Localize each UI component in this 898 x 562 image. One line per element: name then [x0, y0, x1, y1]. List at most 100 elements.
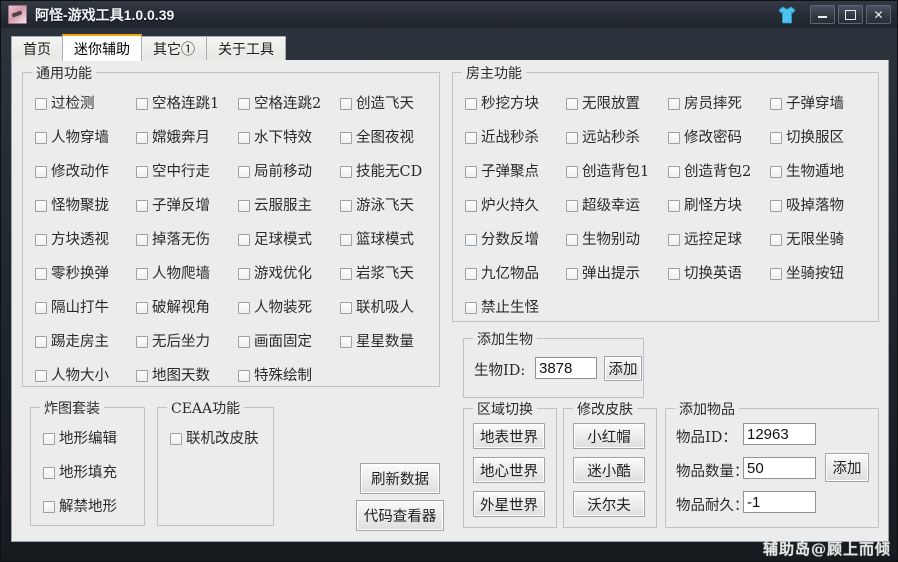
- checkbox-box[interactable]: [238, 132, 250, 145]
- checkbox-26[interactable]: 破解视角: [136, 301, 210, 316]
- checkbox-23[interactable]: 切换英语: [668, 267, 742, 282]
- checkbox-6[interactable]: 远站秒杀: [566, 131, 640, 146]
- checkbox-16[interactable]: 吸掉落物: [770, 199, 844, 214]
- checkbox-box[interactable]: [770, 234, 782, 247]
- checkbox-box[interactable]: [238, 302, 250, 315]
- checkbox-30[interactable]: 无后坐力: [136, 335, 210, 350]
- checkbox-box[interactable]: [566, 132, 578, 145]
- checkbox-box[interactable]: [35, 132, 47, 145]
- checkbox-box[interactable]: [136, 200, 148, 213]
- checkbox-box[interactable]: [35, 370, 47, 383]
- skin-red-hood-button[interactable]: 小红帽: [573, 423, 645, 449]
- checkbox-35[interactable]: 特殊绘制: [238, 369, 312, 384]
- checkbox-box[interactable]: [566, 166, 578, 179]
- tab-about[interactable]: 关于工具: [206, 36, 286, 61]
- checkbox-7[interactable]: 水下特效: [238, 131, 312, 146]
- checkbox-3[interactable]: 房员摔死: [668, 97, 742, 112]
- checkbox-13[interactable]: 炉火持久: [465, 199, 539, 214]
- region-surface-button[interactable]: 地表世界: [473, 423, 545, 449]
- checkbox-box[interactable]: [238, 166, 250, 179]
- checkbox-box[interactable]: [136, 234, 148, 247]
- checkbox-8[interactable]: 切换服区: [770, 131, 844, 146]
- checkbox-16[interactable]: 游泳飞天: [340, 199, 414, 214]
- checkbox-22[interactable]: 人物爬墙: [136, 267, 210, 282]
- checkbox-box[interactable]: [238, 336, 250, 349]
- checkbox-17[interactable]: 方块透视: [35, 233, 109, 248]
- checkbox-34[interactable]: 地图天数: [136, 369, 210, 384]
- checkbox-box[interactable]: [668, 200, 680, 213]
- checkbox-24[interactable]: 岩浆飞天: [340, 267, 414, 282]
- checkbox-3[interactable]: 解禁地形: [43, 500, 117, 515]
- checkbox-box[interactable]: [465, 166, 477, 179]
- checkbox-box[interactable]: [668, 166, 680, 179]
- checkbox-box[interactable]: [136, 166, 148, 179]
- checkbox-6[interactable]: 嫦娥奔月: [136, 131, 210, 146]
- checkbox-box[interactable]: [35, 234, 47, 247]
- checkbox-10[interactable]: 空中行走: [136, 165, 210, 180]
- checkbox-7[interactable]: 修改密码: [668, 131, 742, 146]
- checkbox-1[interactable]: 过检测: [35, 97, 95, 112]
- checkbox-box[interactable]: [136, 132, 148, 145]
- checkbox-1[interactable]: 秒挖方块: [465, 97, 539, 112]
- close-button[interactable]: ✕: [866, 5, 891, 24]
- checkbox-box[interactable]: [238, 268, 250, 281]
- checkbox-11[interactable]: 创造背包2: [668, 165, 751, 180]
- checkbox-box[interactable]: [668, 234, 680, 247]
- checkbox-box[interactable]: [465, 98, 477, 111]
- checkbox-21[interactable]: 九亿物品: [465, 267, 539, 282]
- checkbox-box[interactable]: [43, 467, 55, 480]
- checkbox-21[interactable]: 零秒换弹: [35, 267, 109, 282]
- checkbox-5[interactable]: 近战秒杀: [465, 131, 539, 146]
- checkbox-14[interactable]: 超级幸运: [566, 199, 640, 214]
- item-durability-input[interactable]: -1: [743, 491, 816, 513]
- checkbox-14[interactable]: 子弹反增: [136, 199, 210, 214]
- checkbox-24[interactable]: 坐骑按钮: [770, 267, 844, 282]
- checkbox-27[interactable]: 人物装死: [238, 301, 312, 316]
- maximize-button[interactable]: [838, 5, 863, 24]
- checkbox-4[interactable]: 创造飞天: [340, 97, 414, 112]
- item-id-input[interactable]: 12963: [743, 423, 816, 445]
- checkbox-box[interactable]: [43, 433, 55, 446]
- checkbox-5[interactable]: 人物穿墙: [35, 131, 109, 146]
- checkbox-15[interactable]: 云服服主: [238, 199, 312, 214]
- checkbox-box[interactable]: [668, 132, 680, 145]
- checkbox-box[interactable]: [35, 98, 47, 111]
- checkbox-box[interactable]: [465, 132, 477, 145]
- tab-others[interactable]: 其它①: [141, 36, 207, 61]
- checkbox-23[interactable]: 游戏优化: [238, 267, 312, 282]
- checkbox-box[interactable]: [136, 302, 148, 315]
- checkbox-2[interactable]: 地形填充: [43, 466, 117, 481]
- checkbox-28[interactable]: 联机吸人: [340, 301, 414, 316]
- checkbox-box[interactable]: [770, 268, 782, 281]
- checkbox-20[interactable]: 篮球模式: [340, 233, 414, 248]
- checkbox-19[interactable]: 足球模式: [238, 233, 312, 248]
- checkbox-box[interactable]: [238, 234, 250, 247]
- checkbox-17[interactable]: 分数反增: [465, 233, 539, 248]
- checkbox-29[interactable]: 踢走房主: [35, 335, 109, 350]
- region-alien-button[interactable]: 外星世界: [473, 491, 545, 517]
- checkbox-3[interactable]: 空格连跳2: [238, 97, 321, 112]
- checkbox-box[interactable]: [136, 370, 148, 383]
- checkbox-box[interactable]: [465, 200, 477, 213]
- checkbox-box[interactable]: [566, 234, 578, 247]
- checkbox-box[interactable]: [35, 302, 47, 315]
- checkbox-box[interactable]: [35, 336, 47, 349]
- checkbox-18[interactable]: 掉落无伤: [136, 233, 210, 248]
- region-core-button[interactable]: 地心世界: [473, 457, 545, 483]
- checkbox-box[interactable]: [238, 370, 250, 383]
- checkbox-box[interactable]: [35, 200, 47, 213]
- checkbox-box[interactable]: [238, 200, 250, 213]
- checkbox-18[interactable]: 生物别动: [566, 233, 640, 248]
- checkbox-box[interactable]: [465, 302, 477, 315]
- checkbox-4[interactable]: 子弹穿墙: [770, 97, 844, 112]
- checkbox-box[interactable]: [566, 268, 578, 281]
- checkbox-box[interactable]: [770, 98, 782, 111]
- checkbox-box[interactable]: [340, 166, 352, 179]
- checkbox-box[interactable]: [340, 268, 352, 281]
- checkbox-2[interactable]: 无限放置: [566, 97, 640, 112]
- checkbox-box[interactable]: [340, 98, 352, 111]
- creature-id-input[interactable]: 3878: [535, 357, 597, 379]
- tab-mini-assist[interactable]: 迷你辅助: [62, 34, 142, 61]
- checkbox-22[interactable]: 弹出提示: [566, 267, 640, 282]
- checkbox-8[interactable]: 全图夜视: [340, 131, 414, 146]
